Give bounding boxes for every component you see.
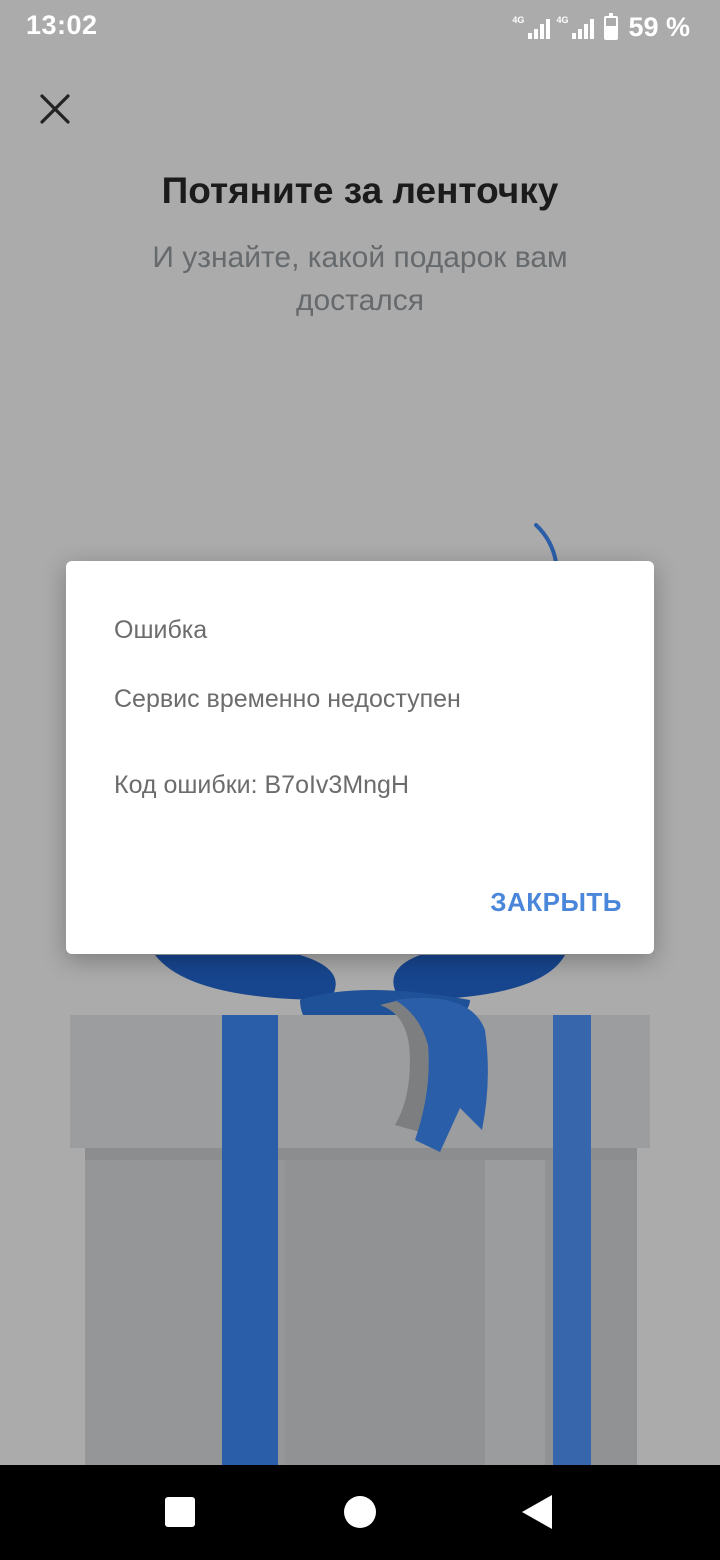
bow-left-loop (155, 955, 336, 1000)
network-type-label: 4G (512, 15, 525, 25)
dialog-message: Сервис временно недоступен (114, 685, 461, 713)
battery-icon (604, 12, 619, 40)
signal-strength-icon-2 (572, 17, 595, 39)
circle-icon[interactable] (344, 1496, 376, 1528)
status-time: 13:02 (26, 10, 98, 40)
ribbon-right (553, 1015, 591, 1465)
ribbon-left (222, 1015, 278, 1465)
ribbon-curl (534, 523, 558, 564)
dialog-error-code: Код ошибки: B7oIv3MngH (114, 771, 410, 799)
status-bar: 13:02 4G 4G 59 % (0, 0, 720, 56)
close-icon (40, 94, 70, 124)
dialog-close-button[interactable]: ЗАКРЫТЬ (490, 887, 622, 918)
system-nav-bar (0, 1465, 720, 1560)
gift-body-highlight (485, 1160, 545, 1465)
triangle-back-icon[interactable] (522, 1495, 552, 1529)
battery-percent: 59 % (628, 12, 690, 42)
battery-level-fill (606, 25, 617, 38)
signal-strength-icon (528, 17, 551, 39)
error-dialog: Ошибка Сервис временно недоступен Код ош… (66, 561, 654, 954)
dialog-title: Ошибка (114, 616, 208, 644)
status-icons: 4G 4G 59 % (512, 12, 690, 43)
page-subtitle: И узнайте, какой подарок вам достался (152, 241, 568, 317)
page-title: Потяните за ленточку (161, 170, 559, 211)
square-icon[interactable] (165, 1497, 195, 1527)
network-type-label-2: 4G (556, 15, 569, 25)
close-button[interactable] (26, 80, 84, 138)
